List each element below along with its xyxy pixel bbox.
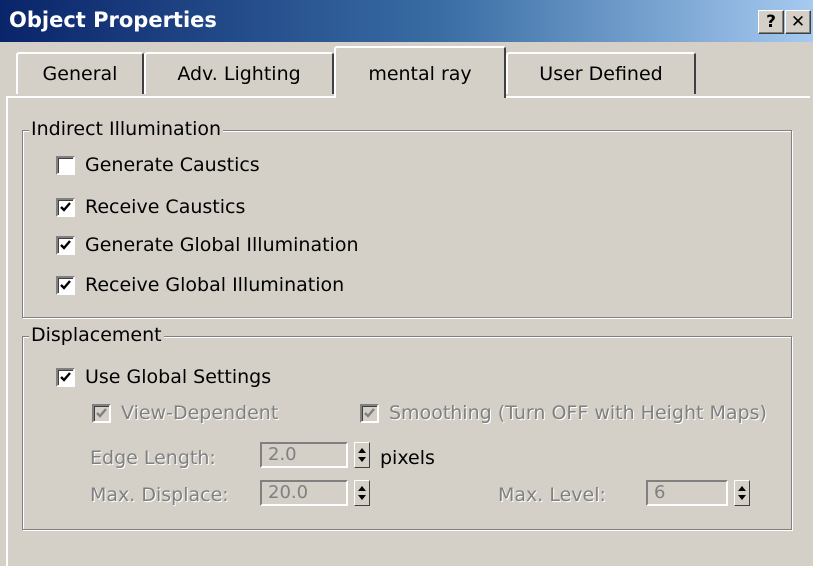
generate-gi-label: Generate Global Illumination [85,234,359,256]
help-button[interactable]: ? [758,10,784,34]
tab-user-defined[interactable]: User Defined [506,52,696,94]
smoothing-checkbox[interactable] [360,403,379,423]
window-title: Object Properties [9,8,217,32]
spinner-arrows-icon [358,486,366,500]
receive-caustics-label: Receive Caustics [85,196,246,218]
indirect-illumination-legend: Indirect Illumination [29,118,224,140]
receive-gi-checkbox[interactable] [56,275,75,295]
tab-adv-lighting[interactable]: Adv. Lighting [144,52,334,94]
checkmark-icon [60,371,71,382]
close-button[interactable]: ✕ [785,10,811,34]
receive-caustics-checkbox[interactable] [56,197,75,217]
max-level-spinner[interactable] [734,480,750,506]
checkmark-icon [96,407,107,418]
generate-gi-checkbox[interactable] [56,235,75,255]
edge-length-unit: pixels [380,447,435,469]
displacement-legend: Displacement [29,324,164,346]
spinner-arrows-icon [738,486,746,500]
receive-gi-option[interactable]: Receive Global Illumination [56,274,344,296]
generate-gi-option[interactable]: Generate Global Illumination [56,234,359,256]
max-level-input[interactable]: 6 [646,480,728,506]
generate-caustics-option[interactable]: Generate Caustics [56,154,260,176]
checkmark-icon [60,239,71,250]
generate-caustics-label: Generate Caustics [85,154,260,176]
generate-caustics-checkbox[interactable] [56,155,75,175]
view-dependent-checkbox[interactable] [92,403,111,423]
edge-length-label: Edge Length: [90,447,216,469]
max-displace-label: Max. Displace: [90,484,229,506]
tab-mental-ray[interactable]: mental ray [334,46,506,98]
receive-gi-label: Receive Global Illumination [85,274,345,296]
checkmark-icon [60,279,71,290]
checkmark-icon [364,407,375,418]
use-global-settings-label: Use Global Settings [85,366,272,388]
checkmark-icon [60,201,71,212]
max-displace-input[interactable]: 20.0 [260,480,348,506]
edge-length-input[interactable]: 2.0 [260,442,348,468]
max-displace-spinner[interactable] [354,480,370,506]
use-global-settings-option[interactable]: Use Global Settings [56,366,271,388]
view-dependent-option[interactable]: View-Dependent [92,402,278,424]
max-level-label: Max. Level: [498,484,606,506]
spinner-arrows-icon [358,448,366,462]
receive-caustics-option[interactable]: Receive Caustics [56,196,245,218]
view-dependent-label: View-Dependent [121,402,279,424]
use-global-settings-checkbox[interactable] [56,367,75,387]
smoothing-option[interactable]: Smoothing (Turn OFF with Height Maps) [360,402,767,424]
edge-length-spinner[interactable] [354,442,370,468]
smoothing-label: Smoothing (Turn OFF with Height Maps) [389,402,767,424]
title-bar[interactable]: Object Properties ? ✕ [0,0,813,42]
tab-general[interactable]: General [16,52,144,94]
